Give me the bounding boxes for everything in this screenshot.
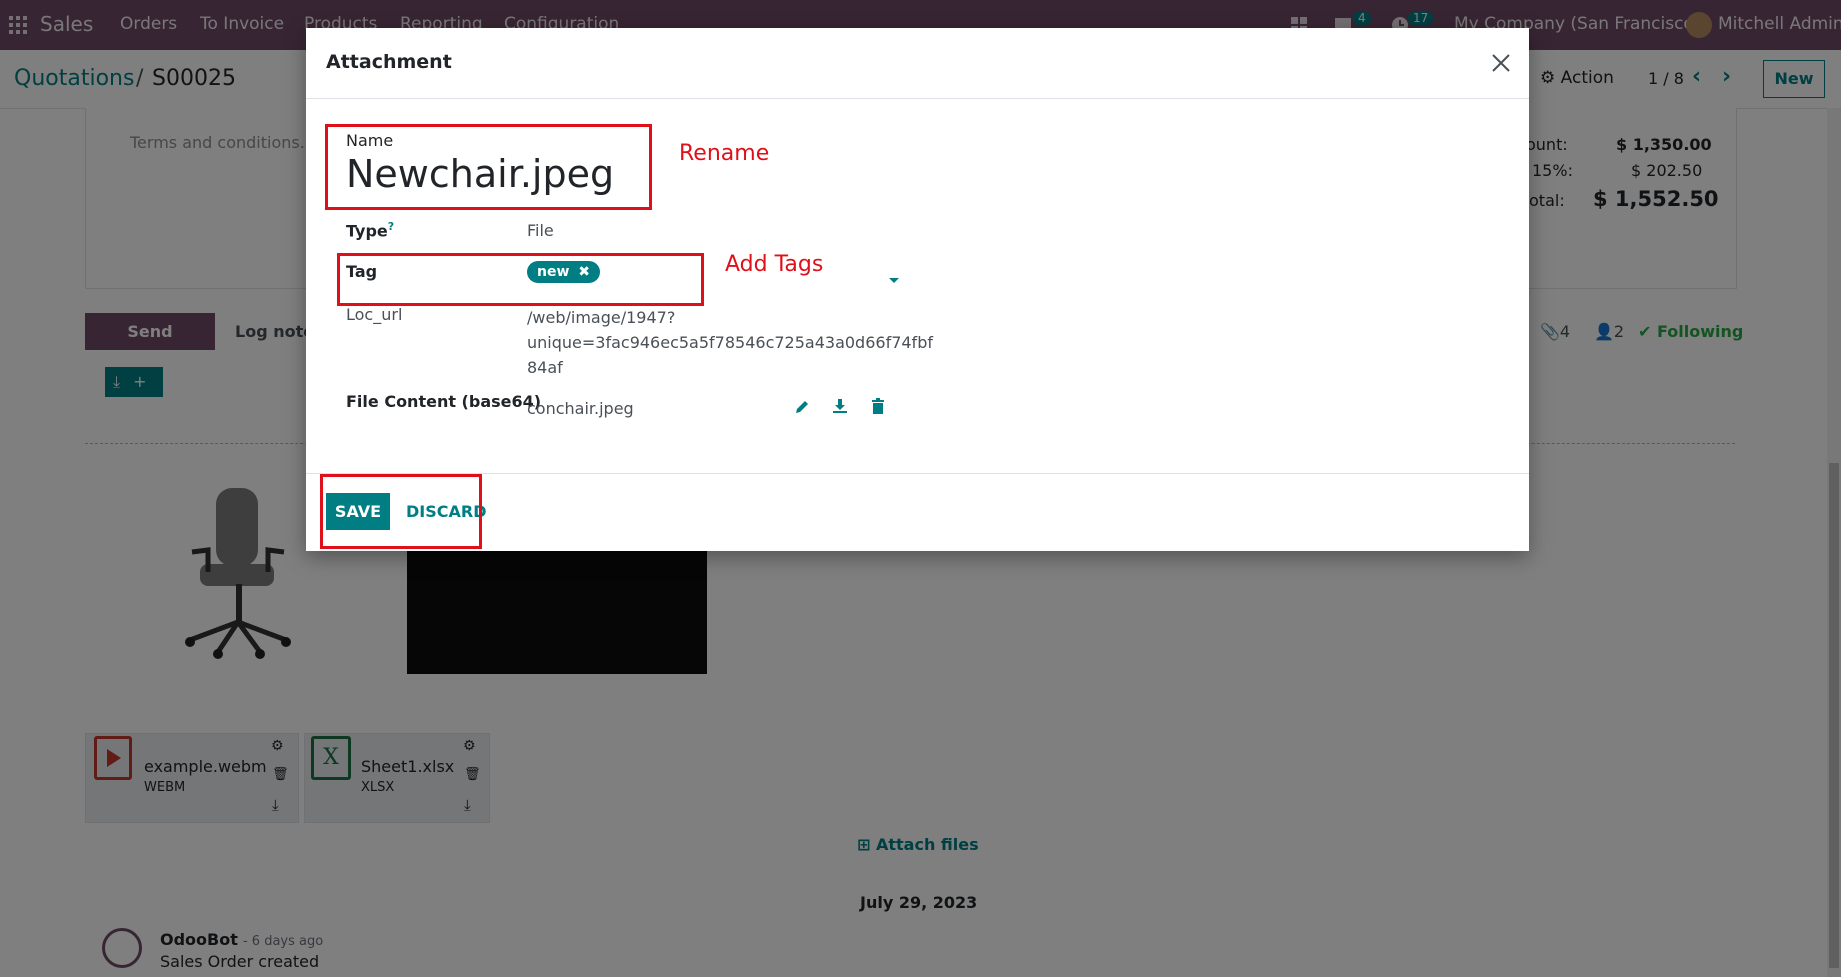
rename-annotation: Rename: [679, 141, 770, 166]
close-icon[interactable]: [1490, 52, 1512, 74]
attachment-dialog: Attachment Name Newchair.jpeg Rename Typ…: [306, 28, 1529, 551]
dialog-header: Attachment: [306, 28, 1529, 99]
tag-highlight-box: [337, 253, 704, 306]
file-content-value: conchair.jpeg: [527, 399, 634, 418]
type-label: Type?: [346, 220, 395, 241]
loc-url-value[interactable]: /web/image/1947? unique=3fac946ec5a5f785…: [527, 305, 933, 380]
help-icon[interactable]: ?: [388, 220, 394, 233]
loc-url-label: Loc_url: [346, 305, 403, 324]
save-discard-highlight-box: [320, 474, 482, 549]
dialog-footer: SAVE DISCARD: [306, 473, 1529, 552]
dialog-title: Attachment: [326, 51, 452, 73]
file-content-label: File Content (base64): [346, 392, 542, 411]
add-tags-annotation: Add Tags: [725, 252, 824, 277]
download-icon[interactable]: [832, 398, 848, 414]
trash-icon[interactable]: [871, 398, 885, 414]
pencil-icon[interactable]: [794, 399, 810, 415]
rename-highlight-box: [325, 124, 652, 210]
type-value: File: [527, 221, 554, 240]
tag-dropdown-icon[interactable]: [888, 270, 900, 283]
